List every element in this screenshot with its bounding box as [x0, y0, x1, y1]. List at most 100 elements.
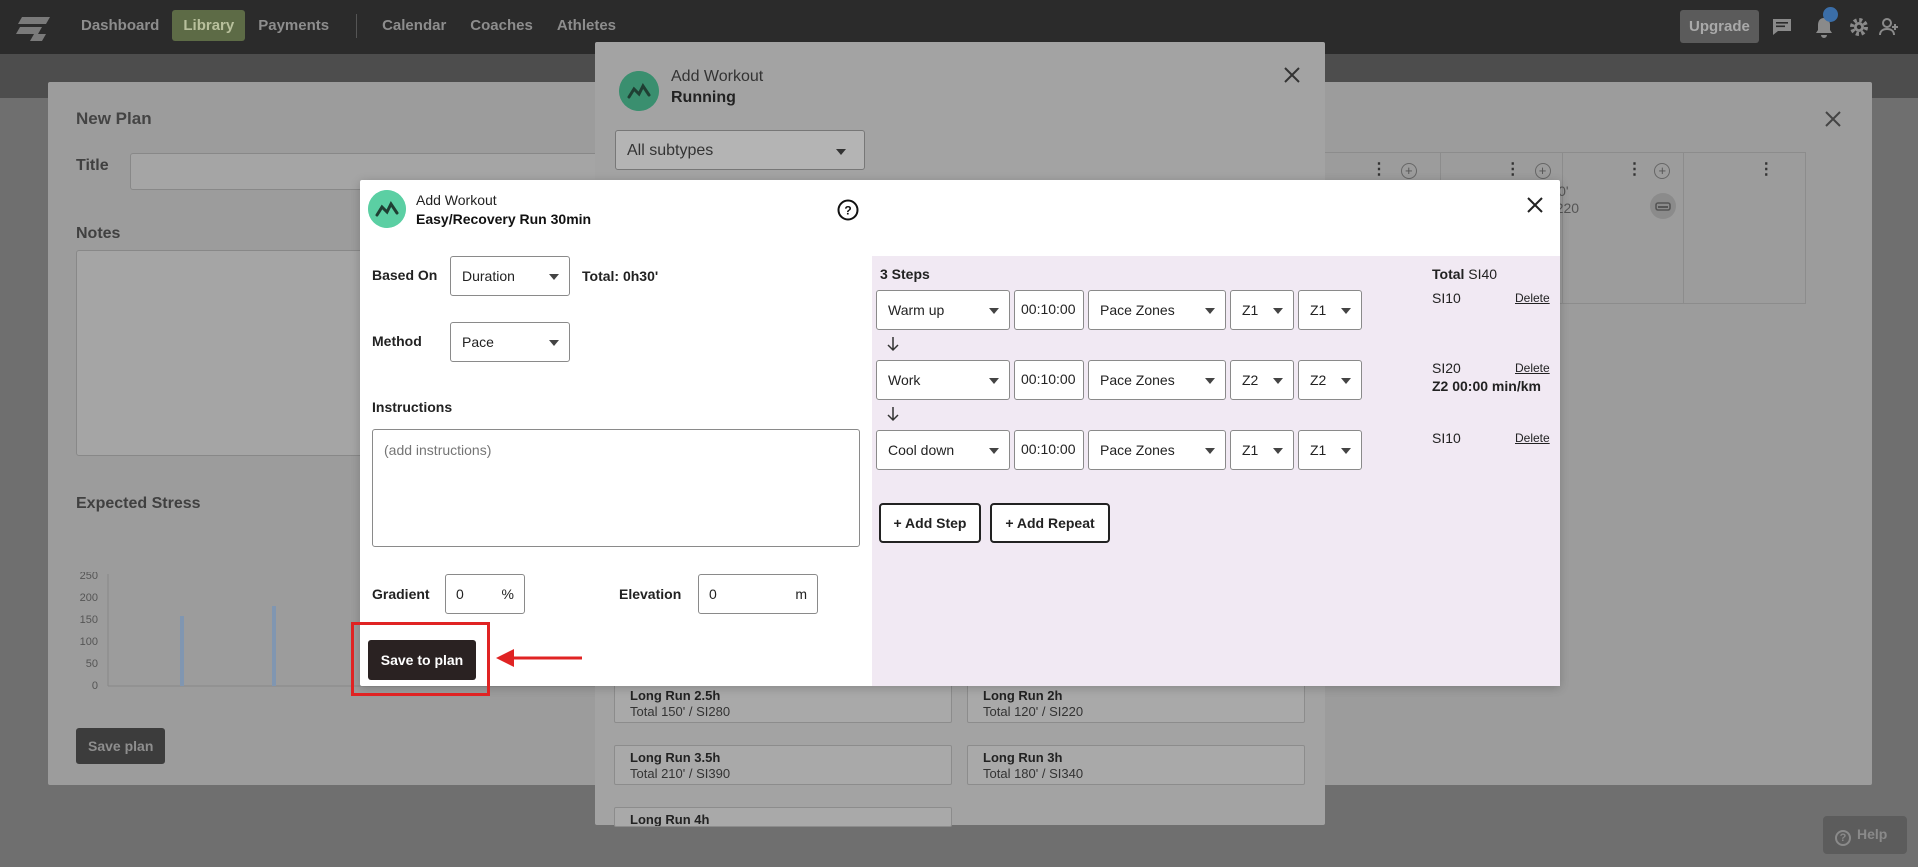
- close-icon[interactable]: [1824, 110, 1842, 128]
- step-duration-input[interactable]: 00:10:00: [1014, 290, 1084, 330]
- step-zone-type-select[interactable]: Pace Zones: [1088, 430, 1226, 470]
- step-zone-to-select[interactable]: Z1: [1298, 430, 1362, 470]
- step-zone-type-select[interactable]: Pace Zones: [1088, 360, 1226, 400]
- chevron-down-icon: [989, 448, 999, 454]
- step-duration-input[interactable]: 00:10:00: [1014, 430, 1084, 470]
- couch-icon: [1650, 193, 1677, 219]
- y-tick: 100: [80, 636, 98, 648]
- workout-name: Long Run 4h: [630, 812, 710, 827]
- delete-step-link[interactable]: Delete: [1515, 361, 1550, 375]
- nav-athletes[interactable]: Athletes: [546, 10, 627, 41]
- expected-stress-label: Expected Stress: [76, 495, 201, 512]
- step-stress: SI10: [1432, 290, 1461, 306]
- notification-badge: [1823, 7, 1838, 22]
- gradient-input[interactable]: 0 %: [445, 574, 525, 614]
- add-icon[interactable]: +: [1534, 163, 1551, 179]
- workout-card[interactable]: Long Run 2.5h Total 150' / SI280: [614, 683, 952, 723]
- step-duration-input[interactable]: 00:10:00: [1014, 360, 1084, 400]
- step-zone-type-select[interactable]: Pace Zones: [1088, 290, 1226, 330]
- y-tick: 50: [86, 658, 98, 670]
- more-icon[interactable]: ⋮: [1505, 162, 1521, 178]
- step-type-select[interactable]: Work: [876, 360, 1010, 400]
- zone-type-value: Pace Zones: [1100, 302, 1175, 318]
- save-plan-button[interactable]: Save plan: [76, 728, 166, 764]
- workout-total: Total 150' / SI280: [630, 704, 731, 719]
- more-icon[interactable]: ⋮: [1371, 162, 1387, 178]
- upgrade-button[interactable]: Upgrade: [1680, 10, 1759, 43]
- nav-links: Dashboard Library Payments Calendar Coac…: [70, 10, 629, 41]
- chevron-down-icon: [549, 340, 559, 346]
- help-icon[interactable]: ?: [837, 199, 859, 221]
- zone-from-value: Z1: [1242, 442, 1259, 458]
- gradient-unit: %: [501, 586, 514, 602]
- add-repeat-button[interactable]: + Add Repeat: [990, 503, 1110, 543]
- gradient-label: Gradient: [372, 586, 430, 602]
- nav-dashboard[interactable]: Dashboard: [70, 10, 170, 41]
- instructions-label: Instructions: [372, 399, 453, 415]
- workout-card[interactable]: Long Run 3h Total 180' / SI340: [967, 745, 1305, 785]
- close-icon[interactable]: [1526, 196, 1544, 214]
- step-type-select[interactable]: Warm up: [876, 290, 1010, 330]
- subtype-select[interactable]: All subtypes: [615, 130, 865, 170]
- nav-payments[interactable]: Payments: [247, 10, 340, 41]
- subtype-value: All subtypes: [627, 142, 714, 159]
- nav-separator: [356, 13, 358, 38]
- delete-step-link[interactable]: Delete: [1515, 431, 1550, 445]
- elevation-input[interactable]: 0 m: [698, 574, 818, 614]
- workout-name: Long Run 2h: [983, 688, 1063, 703]
- user-add-icon[interactable]: [1878, 16, 1900, 38]
- zone-from-value: Z2: [1242, 372, 1259, 388]
- workout-card[interactable]: Long Run 2h Total 120' / SI220: [967, 683, 1305, 723]
- close-icon[interactable]: [1283, 66, 1301, 84]
- step-zone-from-select[interactable]: Z1: [1230, 290, 1294, 330]
- notes-label: Notes: [76, 225, 121, 242]
- workout-card[interactable]: Long Run 4h: [614, 807, 952, 827]
- elevation-unit: m: [795, 586, 807, 602]
- more-icon[interactable]: ⋮: [1758, 162, 1774, 178]
- chevron-down-icon: [1205, 378, 1215, 384]
- more-icon[interactable]: ⋮: [1627, 162, 1643, 178]
- steps-count: 3 Steps: [880, 266, 930, 282]
- running-icon: [619, 71, 659, 111]
- step-type-value: Cool down: [888, 442, 955, 458]
- y-tick: 0: [92, 680, 98, 692]
- chevron-down-icon: [836, 149, 846, 155]
- chevron-down-icon: [1205, 448, 1215, 454]
- y-tick: 150: [80, 614, 98, 626]
- nav-coaches[interactable]: Coaches: [459, 10, 544, 41]
- nav-calendar[interactable]: Calendar: [371, 10, 457, 41]
- add-step-button[interactable]: + Add Step: [879, 503, 981, 543]
- app-logo-icon[interactable]: [16, 13, 52, 41]
- y-tick: 250: [80, 572, 98, 582]
- workout-name: Long Run 2.5h: [630, 688, 721, 703]
- chevron-down-icon: [1205, 308, 1215, 314]
- chat-icon[interactable]: [1771, 16, 1793, 38]
- workout-card[interactable]: Long Run 3.5h Total 210' / SI390: [614, 745, 952, 785]
- step-zone-to-select[interactable]: Z1: [1298, 290, 1362, 330]
- step-stress: SI10: [1432, 430, 1461, 446]
- method-select[interactable]: Pace: [450, 322, 570, 362]
- steps-total-value: SI40: [1468, 266, 1498, 282]
- step-type-select[interactable]: Cool down: [876, 430, 1010, 470]
- gear-icon[interactable]: [1848, 16, 1870, 38]
- chevron-down-icon: [1273, 308, 1283, 314]
- step-zone-to-select[interactable]: Z2: [1298, 360, 1362, 400]
- instructions-input[interactable]: [372, 429, 860, 547]
- help-button[interactable]: ? Help: [1823, 816, 1907, 854]
- svg-text:?: ?: [844, 204, 851, 218]
- step-zone-from-select[interactable]: Z2: [1230, 360, 1294, 400]
- based-on-select[interactable]: Duration: [450, 256, 570, 296]
- add-icon[interactable]: +: [1400, 163, 1417, 179]
- zone-type-value: Pace Zones: [1100, 442, 1175, 458]
- based-on-value: Duration: [462, 268, 515, 284]
- chevron-down-icon: [1273, 448, 1283, 454]
- editor-title: Add Workout: [416, 192, 497, 208]
- elevation-label: Elevation: [619, 586, 682, 602]
- chevron-down-icon: [1341, 308, 1351, 314]
- steps-total: Total SI40: [1432, 266, 1497, 282]
- arrow-down-icon: [887, 337, 899, 352]
- step-zone-from-select[interactable]: Z1: [1230, 430, 1294, 470]
- nav-library[interactable]: Library: [172, 10, 246, 41]
- delete-step-link[interactable]: Delete: [1515, 291, 1550, 305]
- running-icon: [368, 190, 406, 228]
